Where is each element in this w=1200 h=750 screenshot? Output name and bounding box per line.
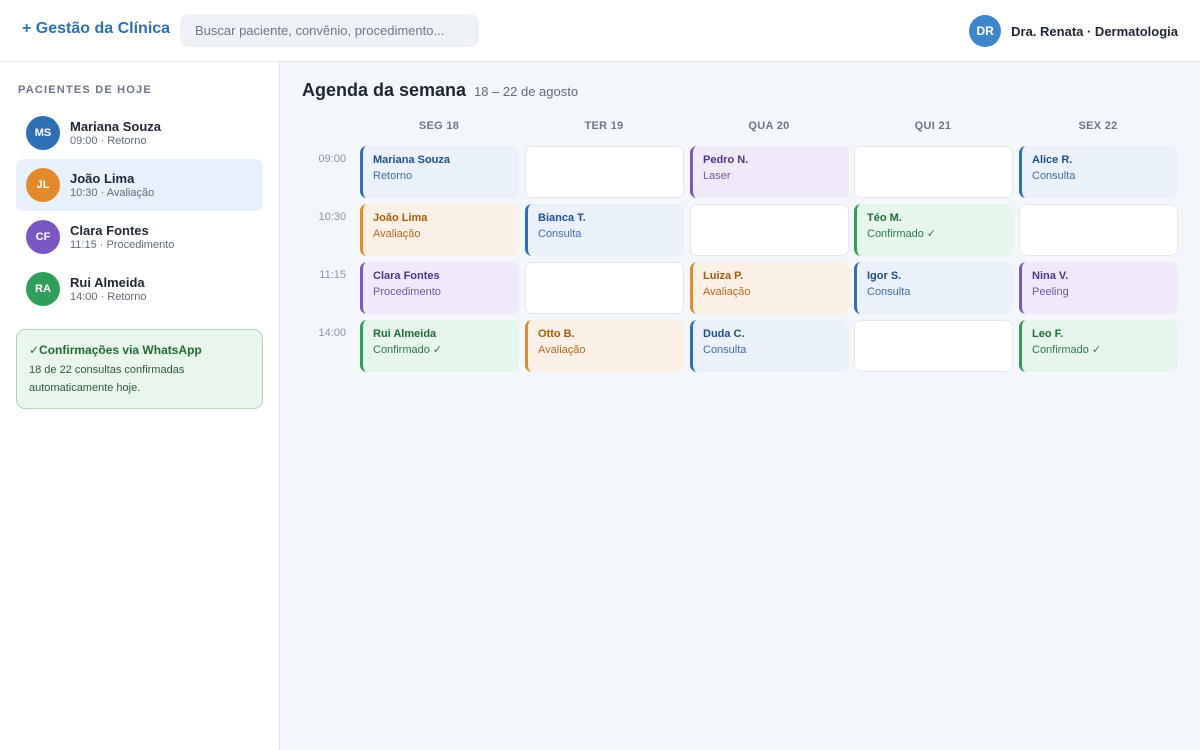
appointment-type: Consulta <box>703 344 747 356</box>
day-header: TER 19 <box>584 120 624 132</box>
appointment-patient: Mariana Souza <box>373 154 451 166</box>
user-name: Dra. Renata · Dermatologia <box>1011 23 1178 39</box>
appointment-card[interactable]: Nina V. Peeling <box>1019 262 1178 314</box>
appointment-card[interactable]: Otto B. Avaliação <box>525 320 684 372</box>
appointment-card[interactable]: Luiza P. Avaliação <box>690 262 849 314</box>
day-header: SEX 22 <box>1078 120 1118 132</box>
appointment-type: Confirmado ✓ <box>1032 344 1102 356</box>
patient-name: Rui Almeida <box>70 274 145 290</box>
patient-item[interactable]: RA Rui Almeida 14:00 · Retorno <box>16 263 263 315</box>
appointment-patient: Otto B. <box>538 328 575 340</box>
page-title: Agenda da semana <box>302 80 467 100</box>
search-input[interactable] <box>180 14 479 47</box>
appointment-card[interactable]: Bianca T. Consulta <box>525 204 684 256</box>
notice-body: 18 de 22 consultas confirmadas automatic… <box>29 364 185 394</box>
patient-detail: 11:15 · Procedimento <box>70 238 175 251</box>
appointment-patient: Leo F. <box>1032 328 1064 340</box>
day-header: SEG 18 <box>418 120 460 132</box>
sidebar-title: PACIENTES DE HOJE <box>18 84 152 96</box>
patient-item[interactable]: MS Mariana Souza 09:00 · Retorno <box>16 107 263 159</box>
empty-slot[interactable] <box>690 204 849 256</box>
time-label: 14:00 <box>318 327 346 339</box>
appointment-type: Laser <box>703 170 731 182</box>
top-bar: + Gestão da Clínica DR Dra. Renata · Der… <box>0 0 1200 62</box>
patient-item[interactable]: JL João Lima 10:30 · Avaliação <box>16 159 263 211</box>
appointment-patient: Téo M. <box>867 212 902 224</box>
day-header: QUI 21 <box>914 120 952 132</box>
notice-title: ✓Confirmações via WhatsApp <box>29 343 202 357</box>
whatsapp-notice: ✓Confirmações via WhatsApp 18 de 22 cons… <box>16 329 263 409</box>
empty-slot[interactable] <box>854 320 1013 372</box>
appointment-patient: João Lima <box>373 212 428 224</box>
user-menu[interactable]: DR Dra. Renata · Dermatologia <box>969 15 1178 47</box>
appointment-type: Avaliação <box>538 344 586 356</box>
appointment-patient: Duda C. <box>703 328 745 340</box>
appointment-card[interactable]: Leo F. Confirmado ✓ <box>1019 320 1178 372</box>
app-brand[interactable]: + Gestão da Clínica <box>22 20 170 38</box>
empty-slot[interactable] <box>525 146 684 198</box>
appointment-type: Confirmado ✓ <box>867 228 937 240</box>
appointment-card[interactable]: Alice R. Consulta <box>1019 146 1178 198</box>
patient-name: Mariana Souza <box>70 118 162 134</box>
appointment-patient: Rui Almeida <box>373 328 437 340</box>
patient-avatar: CF <box>26 220 60 254</box>
empty-slot[interactable] <box>854 146 1013 198</box>
patient-detail: 10:30 · Avaliação <box>70 186 155 199</box>
appointment-type: Retorno <box>373 170 413 182</box>
appointment-patient: Alice R. <box>1032 154 1073 166</box>
patient-avatar: JL <box>26 168 60 202</box>
patient-avatar: MS <box>26 116 60 150</box>
appointment-card[interactable]: Téo M. Confirmado ✓ <box>854 204 1013 256</box>
appointment-type: Confirmado ✓ <box>373 344 443 356</box>
sidebar: PACIENTES DE HOJE MS Mariana Souza 09:00 ·… <box>0 62 280 750</box>
appointment-card[interactable]: Mariana Souza Retorno <box>360 146 519 198</box>
agenda-panel: Agenda da semana 18 – 22 de agosto SEG 1… <box>280 62 1200 750</box>
time-label: 10:30 <box>318 211 346 223</box>
appointment-card[interactable]: João Lima Avaliação <box>360 204 519 256</box>
avatar[interactable]: DR <box>969 15 1002 47</box>
appointment-patient: Bianca T. <box>538 212 586 224</box>
appointment-type: Peeling <box>1032 286 1069 298</box>
patient-name: Clara Fontes <box>70 222 149 238</box>
time-label: 09:00 <box>318 153 346 165</box>
appointment-type: Procedimento <box>373 286 441 298</box>
appointment-card[interactable]: Clara Fontes Procedimento <box>360 262 519 314</box>
appointment-card[interactable]: Igor S. Consulta <box>854 262 1013 314</box>
appointment-card[interactable]: Pedro N. Laser <box>690 146 849 198</box>
patient-detail: 14:00 · Retorno <box>70 290 147 303</box>
date-range: 18 – 22 de agosto <box>474 84 579 99</box>
patient-avatar: RA <box>26 272 60 306</box>
empty-slot[interactable] <box>1019 204 1178 256</box>
patient-list: MS Mariana Souza 09:00 · Retorno JL João Lim… <box>16 107 263 315</box>
appointment-patient: Pedro N. <box>703 154 749 166</box>
appointment-type: Avaliação <box>373 228 421 240</box>
appointment-type: Avaliação <box>703 286 751 298</box>
appointment-type: Consulta <box>1032 170 1076 182</box>
patient-item[interactable]: CF Clara Fontes 11:15 · Procedimento <box>16 211 263 263</box>
appointment-patient: Clara Fontes <box>373 270 440 282</box>
patient-detail: 09:00 · Retorno <box>70 134 147 147</box>
appointment-patient: Nina V. <box>1032 270 1069 282</box>
appointment-type: Consulta <box>867 286 911 298</box>
appointment-patient: Luiza P. <box>703 270 744 282</box>
patient-name: João Lima <box>70 170 135 186</box>
appointment-type: Consulta <box>538 228 582 240</box>
day-header: QUA 20 <box>748 120 790 132</box>
appointment-card[interactable]: Rui Almeida Confirmado ✓ <box>360 320 519 372</box>
appointment-patient: Igor S. <box>867 270 902 282</box>
time-label: 11:15 <box>319 269 346 281</box>
appointment-card[interactable]: Duda C. Consulta <box>690 320 849 372</box>
empty-slot[interactable] <box>525 262 684 314</box>
